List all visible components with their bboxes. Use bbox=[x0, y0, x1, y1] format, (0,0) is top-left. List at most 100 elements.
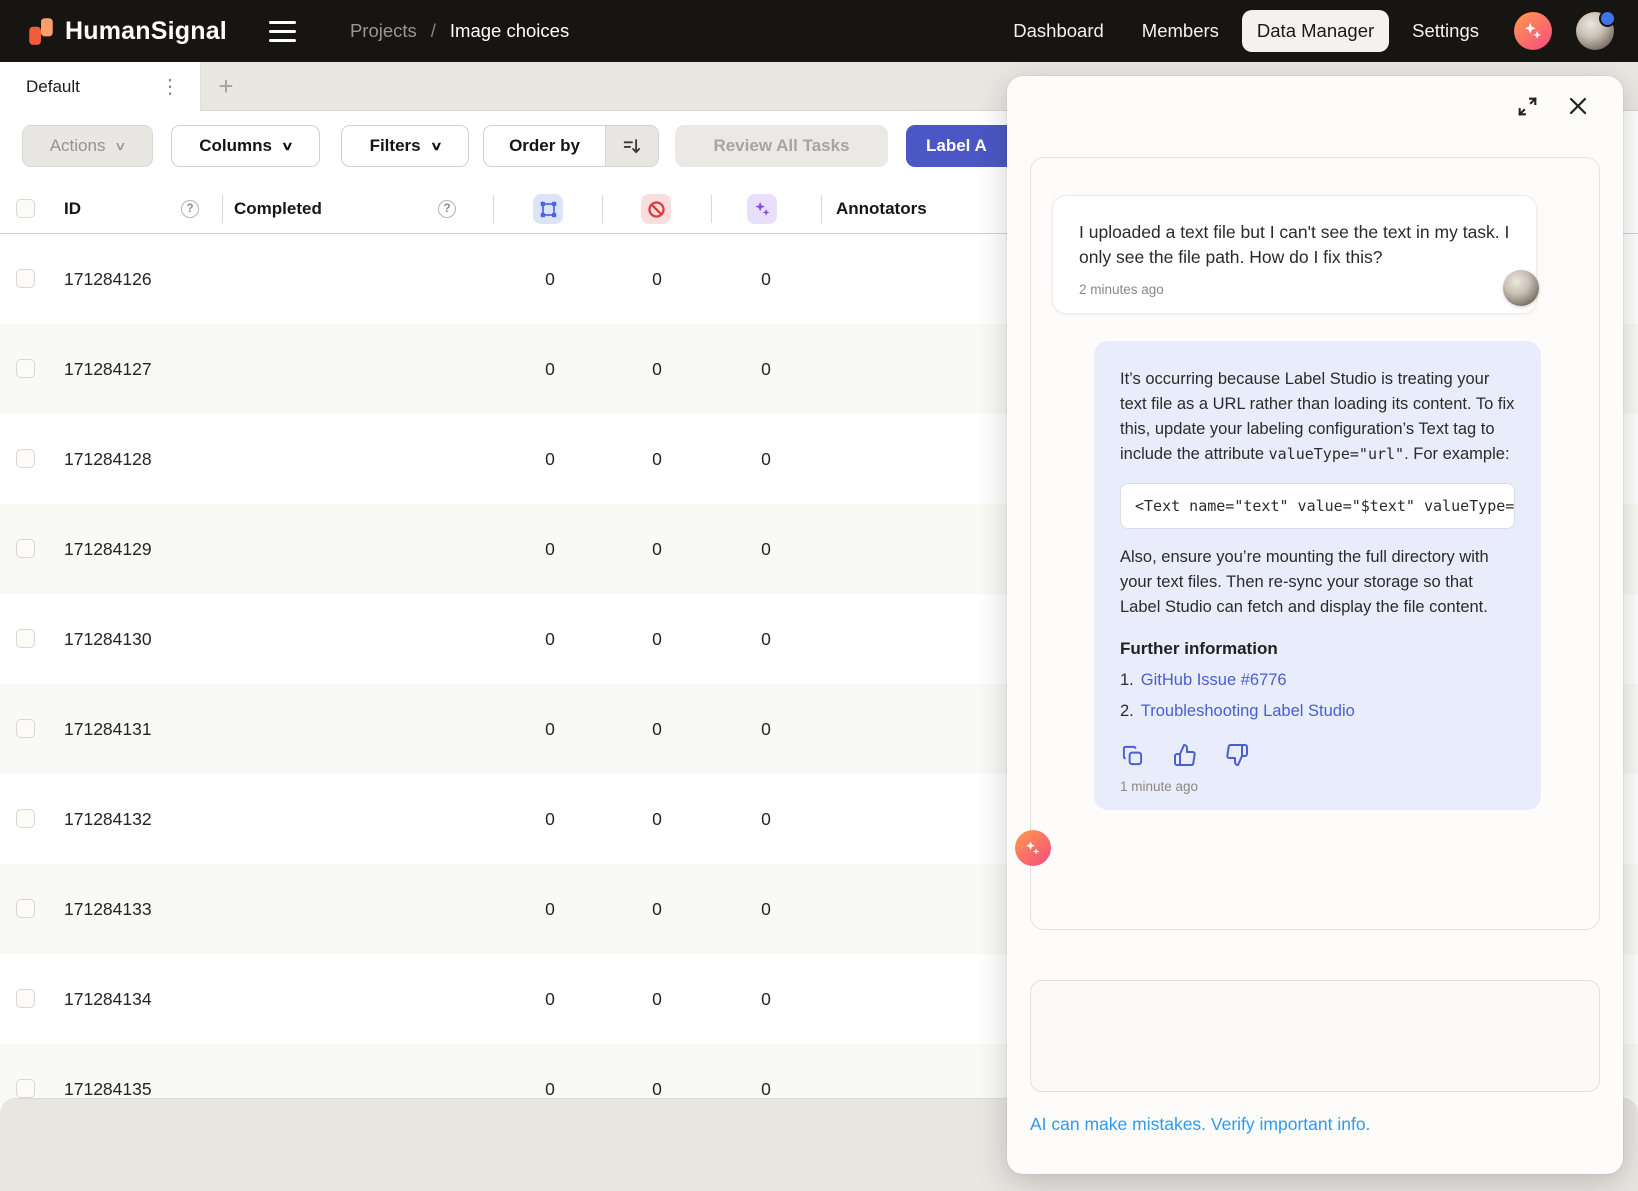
cancel-slash-icon bbox=[647, 200, 666, 219]
link-number: 2. bbox=[1120, 702, 1134, 721]
task-id: 171284132 bbox=[64, 774, 152, 864]
chevron-down-icon: ∨ bbox=[430, 139, 443, 153]
user-menu[interactable] bbox=[1576, 12, 1614, 50]
troubleshooting-link[interactable]: Troubleshooting Label Studio bbox=[1141, 702, 1355, 721]
sparkles-icon bbox=[753, 200, 772, 219]
nav-data-manager[interactable]: Data Manager bbox=[1242, 10, 1389, 52]
columns-label: Columns bbox=[199, 136, 272, 156]
order-by-control[interactable]: Order by bbox=[483, 125, 659, 167]
annotations-count: 0 bbox=[545, 864, 555, 954]
top-bar: HumanSignal Projects / Image choices Das… bbox=[0, 0, 1638, 62]
chevron-down-icon: ∨ bbox=[281, 139, 294, 153]
ai-paragraph-2: Also, ensure you’re mounting the full di… bbox=[1120, 545, 1515, 620]
task-id: 171284129 bbox=[64, 504, 152, 594]
bounding-box-icon bbox=[539, 200, 558, 219]
tab-default[interactable]: Default ⋮ bbox=[0, 62, 201, 111]
task-id: 171284133 bbox=[64, 864, 152, 954]
close-icon[interactable] bbox=[1564, 92, 1592, 120]
column-divider bbox=[493, 195, 494, 223]
breadcrumb-current-project: Image choices bbox=[450, 20, 569, 42]
ai-assistant-panel: I uploaded a text file but I can't see t… bbox=[1007, 76, 1623, 1174]
select-all-checkbox[interactable] bbox=[16, 199, 35, 218]
tab-kebab-menu-icon[interactable]: ⋮ bbox=[160, 77, 180, 97]
row-checkbox[interactable] bbox=[16, 629, 35, 648]
ai-disclaimer: AI can make mistakes. Verify important i… bbox=[1030, 1114, 1370, 1135]
annotations-count: 0 bbox=[545, 594, 555, 684]
thumbs-up-icon[interactable] bbox=[1172, 743, 1197, 768]
row-checkbox[interactable] bbox=[16, 359, 35, 378]
code-block[interactable]: <Text name="text" value="$text" valueTyp… bbox=[1120, 483, 1515, 529]
row-checkbox[interactable] bbox=[16, 989, 35, 1008]
copy-icon[interactable] bbox=[1120, 743, 1145, 768]
cancelled-count: 0 bbox=[652, 504, 662, 594]
notification-badge bbox=[1599, 10, 1616, 27]
task-id: 171284130 bbox=[64, 594, 152, 684]
ai-assistant-button[interactable] bbox=[1514, 12, 1552, 50]
reference-link-item: 2. Troubleshooting Label Studio bbox=[1120, 702, 1515, 721]
review-all-tasks-label: Review All Tasks bbox=[713, 136, 849, 156]
row-checkbox[interactable] bbox=[16, 899, 35, 918]
column-divider bbox=[821, 195, 822, 223]
user-message-timestamp: 2 minutes ago bbox=[1079, 282, 1510, 297]
row-checkbox[interactable] bbox=[16, 1079, 35, 1098]
column-divider bbox=[222, 195, 223, 223]
row-checkbox[interactable] bbox=[16, 719, 35, 738]
cancelled-count: 0 bbox=[652, 414, 662, 504]
column-header-cancelled[interactable] bbox=[641, 194, 671, 224]
predictions-count: 0 bbox=[761, 504, 771, 594]
review-all-tasks-button[interactable]: Review All Tasks bbox=[675, 125, 888, 167]
expand-icon[interactable] bbox=[1513, 92, 1541, 120]
annotations-count: 0 bbox=[545, 774, 555, 864]
task-id: 171284127 bbox=[64, 324, 152, 414]
user-message-text: I uploaded a text file but I can't see t… bbox=[1079, 220, 1510, 271]
conversation-container: I uploaded a text file but I can't see t… bbox=[1030, 157, 1600, 930]
row-checkbox[interactable] bbox=[16, 449, 35, 468]
column-header-annotations[interactable] bbox=[533, 194, 563, 224]
nav-settings[interactable]: Settings bbox=[1397, 10, 1494, 52]
chat-panel-controls bbox=[1513, 92, 1592, 120]
sparkles-icon bbox=[1023, 838, 1043, 858]
predictions-count: 0 bbox=[761, 414, 771, 504]
cancelled-count: 0 bbox=[652, 234, 662, 324]
user-message-bubble: I uploaded a text file but I can't see t… bbox=[1052, 195, 1537, 314]
sort-direction-button[interactable] bbox=[605, 126, 658, 166]
cancelled-count: 0 bbox=[652, 684, 662, 774]
columns-dropdown[interactable]: Columns ∨ bbox=[171, 125, 320, 167]
row-checkbox[interactable] bbox=[16, 269, 35, 288]
id-help-icon[interactable]: ? bbox=[181, 200, 199, 218]
column-divider bbox=[602, 195, 603, 223]
actions-dropdown[interactable]: Actions∨ bbox=[22, 125, 153, 167]
ai-message-bubble: It’s occurring because Label Studio is t… bbox=[1094, 341, 1541, 810]
tab-label: Default bbox=[26, 77, 80, 97]
github-issue-link[interactable]: GitHub Issue #6776 bbox=[1141, 671, 1287, 690]
column-header-predictions[interactable] bbox=[747, 194, 777, 224]
completed-help-icon[interactable]: ? bbox=[438, 200, 456, 218]
user-avatar bbox=[1503, 270, 1539, 306]
hamburger-menu-icon[interactable] bbox=[263, 15, 302, 48]
column-header-annotators[interactable]: Annotators bbox=[836, 185, 927, 233]
cancelled-count: 0 bbox=[652, 324, 662, 414]
task-id: 171284131 bbox=[64, 684, 152, 774]
ai-paragraph-1: It’s occurring because Label Studio is t… bbox=[1120, 367, 1515, 467]
chat-message-input[interactable] bbox=[1030, 980, 1600, 1092]
row-checkbox[interactable] bbox=[16, 539, 35, 558]
annotations-count: 0 bbox=[545, 414, 555, 504]
filters-dropdown[interactable]: Filters∨ bbox=[341, 125, 469, 167]
breadcrumb-projects[interactable]: Projects bbox=[350, 20, 417, 42]
task-id: 171284128 bbox=[64, 414, 152, 504]
task-id: 171284134 bbox=[64, 954, 152, 1044]
actions-label: Actions bbox=[50, 136, 106, 156]
nav-dashboard[interactable]: Dashboard bbox=[998, 10, 1119, 52]
row-checkbox[interactable] bbox=[16, 809, 35, 828]
humansignal-logo-icon bbox=[26, 15, 56, 47]
column-header-id[interactable]: ID bbox=[64, 185, 81, 233]
link-number: 1. bbox=[1120, 671, 1134, 690]
column-header-completed[interactable]: Completed bbox=[234, 185, 322, 233]
add-tab-button[interactable]: + bbox=[210, 70, 242, 102]
thumbs-down-icon[interactable] bbox=[1224, 743, 1249, 768]
logo-text: HumanSignal bbox=[65, 17, 227, 46]
nav-members[interactable]: Members bbox=[1127, 10, 1234, 52]
humansignal-logo: HumanSignal bbox=[26, 15, 227, 47]
cancelled-count: 0 bbox=[652, 594, 662, 684]
inline-code: valueType="url" bbox=[1269, 445, 1404, 463]
